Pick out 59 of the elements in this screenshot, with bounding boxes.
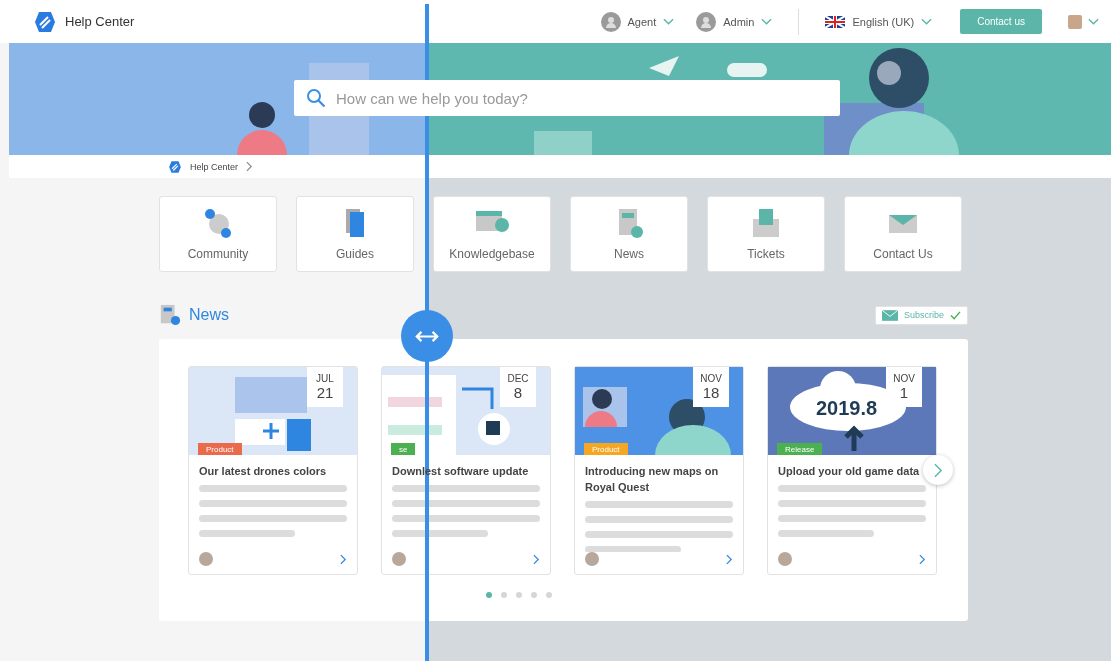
logo-icon <box>168 159 182 174</box>
double-arrow-icon <box>414 329 440 343</box>
news-title: Our latest drones colors <box>199 464 328 479</box>
news-title: Upload your old game data <box>778 464 921 479</box>
brand-name: Help Center <box>65 14 135 29</box>
pager-dot[interactable] <box>485 592 492 598</box>
chevron-right-icon[interactable] <box>726 553 733 565</box>
author-avatar <box>392 552 406 566</box>
category-tag: se <box>391 443 416 455</box>
date-badge: NOV 1 <box>886 367 922 407</box>
chevron-right-icon[interactable] <box>919 553 926 565</box>
logo-icon <box>33 9 57 34</box>
news-card[interactable]: JUL 21 Product Our latest drones colors <box>188 366 358 575</box>
search-field[interactable]: How can we help you today? <box>294 80 840 116</box>
search-icon <box>306 88 326 108</box>
chevron-down-icon <box>921 17 933 26</box>
section-title: News <box>189 306 229 324</box>
category-tile[interactable]: Knowledgebase <box>433 196 551 272</box>
chevron-down-icon <box>663 17 675 26</box>
category-tile[interactable]: Guides <box>296 196 414 272</box>
category-tile[interactable]: Community <box>159 196 277 272</box>
author-avatar <box>199 552 213 566</box>
chevron-right-icon[interactable] <box>340 553 347 565</box>
category-tile[interactable]: Tickets <box>707 196 825 272</box>
news-title: Introducing new maps on Royal Quest <box>585 464 720 495</box>
news-card[interactable]: NOV 18 Product Introducing new maps on Royal Quest <box>574 366 744 575</box>
avatar[interactable] <box>1068 14 1082 29</box>
author-avatar <box>585 552 599 566</box>
date-badge: NOV 18 <box>693 367 729 407</box>
flag-icon <box>825 15 846 28</box>
user-icon <box>696 11 717 32</box>
category-tile[interactable]: News <box>570 196 688 272</box>
news-card[interactable]: 2019.8 NOV 1 Release Upload your old game data <box>767 366 937 575</box>
chevron-right-icon <box>246 161 254 172</box>
category-tag: Product <box>198 443 242 455</box>
date-badge: DEC 8 <box>500 367 536 407</box>
breadcrumb-link[interactable]: Help Center <box>190 161 239 172</box>
chevron-right-icon <box>933 462 943 478</box>
category-tag: Product <box>584 443 628 455</box>
chevron-right-icon[interactable] <box>533 553 540 565</box>
version-number: 2019.8 <box>816 397 878 420</box>
check-icon <box>950 310 961 320</box>
chevron-down-icon <box>1088 17 1099 26</box>
category-tile[interactable]: Contact Us <box>844 196 962 272</box>
category-tag: Release <box>777 443 823 455</box>
pager-dot[interactable] <box>530 592 537 598</box>
date-badge: JUL 21 <box>307 367 343 407</box>
newspaper-icon <box>159 304 181 326</box>
author-avatar <box>778 552 792 566</box>
role-menu[interactable]: Admin <box>692 9 777 34</box>
envelope-icon <box>881 309 898 321</box>
user-icon <box>600 11 621 32</box>
role-menu[interactable]: Agent <box>596 9 679 34</box>
pager-dot[interactable] <box>515 592 522 598</box>
pager-dot[interactable] <box>500 592 507 598</box>
next-button[interactable] <box>923 455 953 485</box>
pager-dot[interactable] <box>545 592 552 598</box>
language-menu[interactable]: English (UK) <box>821 13 937 30</box>
chevron-down-icon <box>761 17 773 26</box>
